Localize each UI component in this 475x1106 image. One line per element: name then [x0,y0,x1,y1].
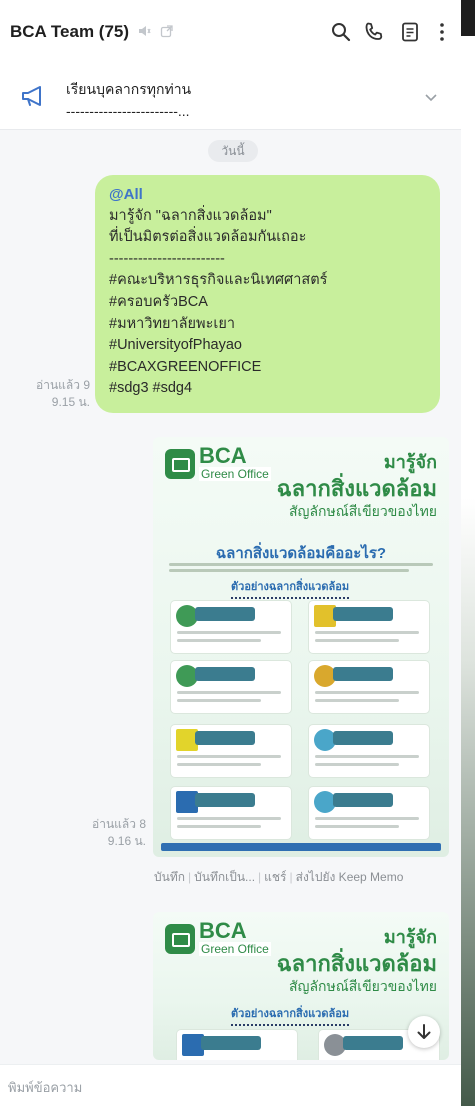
poster-question: ฉลากสิ่งแวดล้อมคืออะไร? [215,545,387,562]
label-tag [201,1036,261,1050]
chat-header: BCA Team (75) [0,0,461,66]
card-text-line [177,817,281,820]
announcement-text: เรียนบุคลากรทุกท่าน --------------------… [66,78,191,122]
date-separator: วันนี้ [208,140,258,162]
announcement-line-1: เรียนบุคลากรทุกท่าน [66,81,192,97]
card-text-line [315,639,399,642]
message-line: ------------------------ [109,250,225,267]
message-line: #คณะบริหารธุรกิจและนิเทศศาสตร์ [109,272,328,289]
keep-memo-action[interactable]: ส่งไปยัง Keep Memo [296,870,404,884]
card-text-line [315,825,399,828]
background-window-edge [461,0,475,36]
search-icon[interactable] [329,20,353,44]
read-status: อ่านแล้ว 8 [92,817,146,831]
label-card [309,661,429,713]
poster-examples-heading: ตัวอย่างฉลากสิ่งแวดล้อม [231,577,350,599]
message-line: #มหาวิทยาลัยพะเยา [109,315,235,332]
message-line: #ครอบครัวBCA [109,293,208,310]
more-icon[interactable] [430,20,454,44]
notes-icon[interactable] [398,20,422,44]
scroll-down-button[interactable] [408,1016,440,1048]
label-tag [333,667,393,681]
background-window-edge [461,0,475,1106]
save-as-action[interactable]: บันทึกเป็น... [194,870,255,884]
message-time: 9.16 น. [107,834,146,848]
label-tag [195,607,255,621]
chat-title[interactable]: BCA Team (75) [10,22,129,42]
card-text-line [315,631,419,634]
mute-icon[interactable] [137,24,151,38]
phone-icon[interactable] [362,20,386,44]
message-line: #sdg3 #sdg4 [109,380,193,397]
message-meta: อ่านแล้ว 9 9.15 น. [20,377,90,411]
card-text-line [177,755,281,758]
poster-examples-heading: ตัวอย่างฉลากสิ่งแวดล้อม [231,1004,350,1026]
message-line: #BCAXGREENOFFICE [109,358,262,375]
announcement-bar[interactable]: เรียนบุคลากรทุกท่าน --------------------… [0,66,461,130]
poster-text-line [169,563,433,566]
image-message-poster[interactable]: BCA Green Office มารู้จัก ฉลากสิ่งแวดล้อ… [153,912,449,1060]
arrow-down-icon [417,1024,431,1039]
message-input[interactable] [8,1077,428,1097]
poster-headline-3: สัญลักษณ์สีเขียวของไทย [289,503,437,519]
card-text-line [177,631,281,634]
label-tag [195,731,255,745]
label-card [309,725,429,777]
message-line: #UniversityofPhayao [109,337,242,354]
poster-footer-bar [161,843,441,851]
bca-logo-icon [165,449,195,479]
card-text-line [315,817,419,820]
chevron-down-icon[interactable] [423,92,439,104]
label-card [309,787,429,839]
label-card [177,1030,297,1060]
bca-logo-icon [165,924,195,954]
poster-brand: BCA [199,443,247,468]
message-line: มารู้จัก "ฉลากสิ่งแวดล้อม" [109,207,272,224]
label-card [171,601,291,653]
card-text-line [315,691,419,694]
poster-text-line [169,569,409,572]
message-line: ที่เป็นมิตรต่อสิ่งแวดล้อมกันเถอะ [109,229,307,246]
label-card [171,661,291,713]
read-status: อ่านแล้ว 9 [36,378,90,392]
share-action[interactable]: แชร์ [264,870,286,884]
label-tag [343,1036,403,1050]
card-text-line [315,699,399,702]
card-text-line [177,639,261,642]
label-tag [195,793,255,807]
card-text-line [315,755,419,758]
image-meta: อ่านแล้ว 8 9.16 น. [76,816,146,850]
card-text-line [177,825,261,828]
card-text-line [315,763,399,766]
megaphone-icon [22,86,41,106]
poster-brand-sub: Green Office [199,467,271,481]
save-action[interactable]: บันทึก [154,870,185,884]
message-time: 9.15 น. [51,395,90,409]
image-actions: บันทึก | บันทึกเป็น... | แชร์ | ส่งไปยัง Keep … [154,870,404,884]
label-card [309,601,429,653]
card-text-line [177,691,281,694]
poster-headline-3: สัญลักษณ์สีเขียวของไทย [289,978,437,994]
label-card [171,787,291,839]
poster-brand: BCA [199,918,247,943]
announcement-line-2: ------------------------... [66,103,190,119]
label-tag [333,731,393,745]
label-tag [333,607,393,621]
mention-all[interactable]: @All [109,184,440,206]
label-tag [333,793,393,807]
message-bubble[interactable]: @All มารู้จัก "ฉลากสิ่งแวดล้อม" ที่เป็นม… [95,175,440,413]
image-message-poster[interactable]: BCA Green Office มารู้จัก ฉลากสิ่งแวดล้อ… [153,437,449,857]
poster-brand-sub: Green Office [199,942,271,956]
label-tag [195,667,255,681]
card-text-line [177,699,261,702]
label-card [171,725,291,777]
external-icon[interactable] [160,24,174,38]
card-text-line [177,763,261,766]
message-composer [0,1064,461,1106]
